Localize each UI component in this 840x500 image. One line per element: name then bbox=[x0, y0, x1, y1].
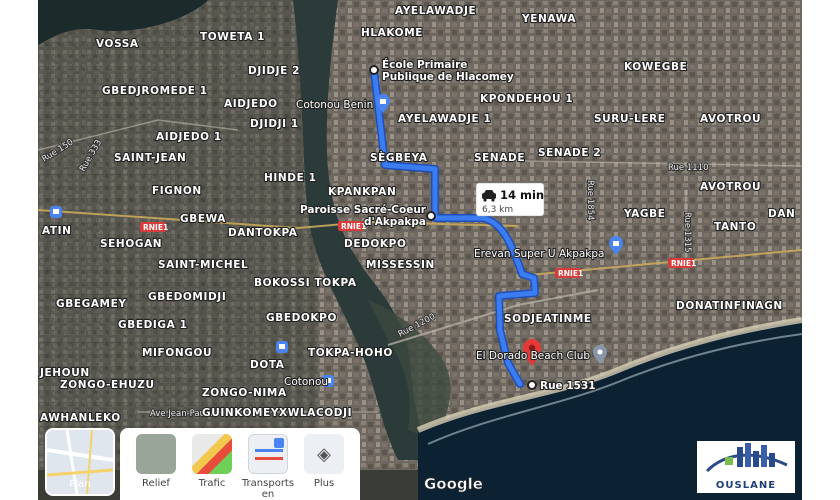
map-type-button[interactable]: Plan bbox=[45, 428, 115, 496]
area-label: SENADE 2 bbox=[538, 147, 601, 159]
destination-label: Rue 1531 bbox=[540, 380, 596, 392]
road-shield: RNIE1 bbox=[555, 268, 583, 278]
origin-label-line2: Publique de Hlacomey bbox=[382, 71, 514, 83]
area-label: JEHOUN bbox=[39, 367, 90, 379]
area-label: AYELAWADJE 1 bbox=[398, 113, 491, 125]
poi-label: Cotonou Benin bbox=[296, 99, 373, 111]
area-label: DEDOKPO bbox=[344, 238, 407, 250]
area-label: SAINT-JEAN bbox=[114, 152, 186, 164]
road-shield: RNIE1 bbox=[338, 221, 366, 231]
area-label: GBEGAMEY bbox=[56, 298, 127, 310]
road-label: Rue 1315 bbox=[682, 212, 692, 252]
area-label: MISSESSIN bbox=[366, 259, 435, 271]
area-label: DOTA bbox=[250, 359, 285, 371]
road-shield: RNIE1 bbox=[140, 222, 168, 232]
svg-text:RNIE1: RNIE1 bbox=[143, 223, 168, 232]
ouslane-logo-graphic bbox=[705, 443, 788, 473]
relief-label: Relief bbox=[142, 478, 170, 489]
area-label: VOSSA bbox=[96, 38, 139, 50]
area-label: GBEDIGA 1 bbox=[118, 319, 188, 331]
transit-icon bbox=[50, 206, 62, 218]
area-label: TOWETA 1 bbox=[200, 31, 265, 43]
more-label: Plus bbox=[313, 478, 335, 489]
layers-icon: ◈ bbox=[304, 434, 344, 474]
area-label: AYELAWADJE bbox=[395, 5, 476, 17]
transit-layer-icon bbox=[248, 434, 288, 474]
area-label: DJIDJE 2 bbox=[248, 65, 300, 77]
area-label: KOWEGBE bbox=[624, 61, 687, 73]
route-distance: 6,3 km bbox=[482, 205, 513, 215]
area-label: SURU-LERE bbox=[594, 113, 666, 125]
stop-label-line2: d'Akpakpa bbox=[364, 216, 426, 228]
svg-text:RNIE1: RNIE1 bbox=[341, 222, 366, 231]
poi-label: El Dorado Beach Club bbox=[476, 350, 590, 362]
satellite-map[interactable]: 14 min 6,3 km RNIE1 RNIE1 RNIE1 RNIE1 Ru… bbox=[38, 0, 802, 500]
area-label: GBEDOMIDJI bbox=[148, 291, 226, 303]
area-label: GUINKOMEYXWLACODJI bbox=[202, 407, 352, 419]
area-label: GBEWA bbox=[180, 213, 226, 225]
area-label: YENAWA bbox=[521, 13, 576, 25]
area-label: GBEDOKPO bbox=[266, 312, 337, 324]
area-label: SENADE bbox=[474, 152, 525, 164]
more-layers-button[interactable]: ◈ Plus bbox=[296, 434, 352, 489]
area-label: FIGNON bbox=[152, 185, 202, 197]
area-label: KPONDEHOU 1 bbox=[480, 93, 573, 105]
area-label: TANTO bbox=[714, 221, 756, 233]
map-canvas: 14 min 6,3 km RNIE1 RNIE1 RNIE1 RNIE1 Ru… bbox=[38, 0, 802, 500]
transit-layer-button[interactable]: Transports en bbox=[240, 434, 296, 500]
stop-label-line1: Paroisse Sacré-Coeur bbox=[300, 204, 427, 216]
area-label: GBEDJROMEDE 1 bbox=[102, 85, 208, 97]
area-label: SAINT-MICHEL bbox=[158, 259, 248, 271]
transit-icon bbox=[276, 341, 288, 353]
road-label: Rue 1854 bbox=[585, 180, 595, 220]
area-label: DONATINFINAGN bbox=[676, 300, 783, 312]
area-label: ATIN bbox=[42, 225, 72, 237]
destination-marker bbox=[527, 380, 537, 390]
area-label: SEHOGAN bbox=[100, 238, 162, 250]
area-label: KPANKPAN bbox=[328, 186, 396, 198]
area-label: ZONGO-EHUZU bbox=[60, 379, 155, 391]
plan-label: Plan bbox=[69, 479, 91, 490]
google-logo: Google bbox=[424, 475, 483, 493]
ouslane-logo: OUSLANE bbox=[697, 441, 795, 493]
area-label: DJIDJI 1 bbox=[250, 118, 299, 130]
area-label: SODJEATINME bbox=[504, 313, 592, 325]
area-label: HLAKOME bbox=[361, 27, 423, 39]
transit-label: Transports en bbox=[241, 478, 295, 500]
relief-layer-button[interactable]: Relief bbox=[128, 434, 184, 489]
area-label: ZONGO-NIMA bbox=[202, 387, 287, 399]
svg-text:RNIE1: RNIE1 bbox=[558, 269, 583, 278]
svg-text:RNIE1: RNIE1 bbox=[671, 259, 696, 268]
area-label: AVOTROU bbox=[700, 113, 761, 125]
area-label: AWHANLEKO bbox=[40, 412, 121, 424]
area-label: HINDE 1 bbox=[264, 172, 317, 184]
area-label: TOKPA-HOHO bbox=[308, 347, 393, 359]
area-label: DANTOKPA bbox=[228, 227, 298, 239]
area-label: AVOTROU bbox=[700, 181, 761, 193]
traffic-icon bbox=[192, 434, 232, 474]
stop-marker bbox=[426, 211, 436, 221]
road-label: Rue 1110 bbox=[668, 163, 708, 173]
area-label: MIFONGOU bbox=[142, 347, 212, 359]
road-shield: RNIE1 bbox=[668, 258, 696, 268]
area-label: AIDJEDO 1 bbox=[156, 131, 222, 143]
layers-panel: Relief Trafic Transports en ◈ Plus bbox=[120, 428, 360, 500]
relief-icon bbox=[136, 434, 176, 474]
traffic-layer-button[interactable]: Trafic bbox=[184, 434, 240, 489]
area-label: YAGBE bbox=[623, 208, 666, 220]
poi-label: Erevan Super U Akpakpa bbox=[474, 248, 605, 260]
poi-label: Cotonou bbox=[284, 376, 328, 388]
area-label: BOKOSSI TOKPA bbox=[254, 277, 357, 289]
traffic-label: Trafic bbox=[198, 478, 226, 489]
ouslane-text: OUSLANE bbox=[715, 480, 777, 491]
area-label: AIDJEDO bbox=[224, 98, 278, 110]
area-label: DAN bbox=[768, 208, 795, 220]
route-time: 14 min bbox=[500, 188, 544, 202]
area-label: SÈGBEYA bbox=[370, 151, 428, 164]
origin-marker bbox=[369, 65, 379, 75]
origin-label-line1: École Primaire bbox=[382, 58, 467, 71]
route-info-card: 14 min 6,3 km bbox=[475, 182, 545, 217]
